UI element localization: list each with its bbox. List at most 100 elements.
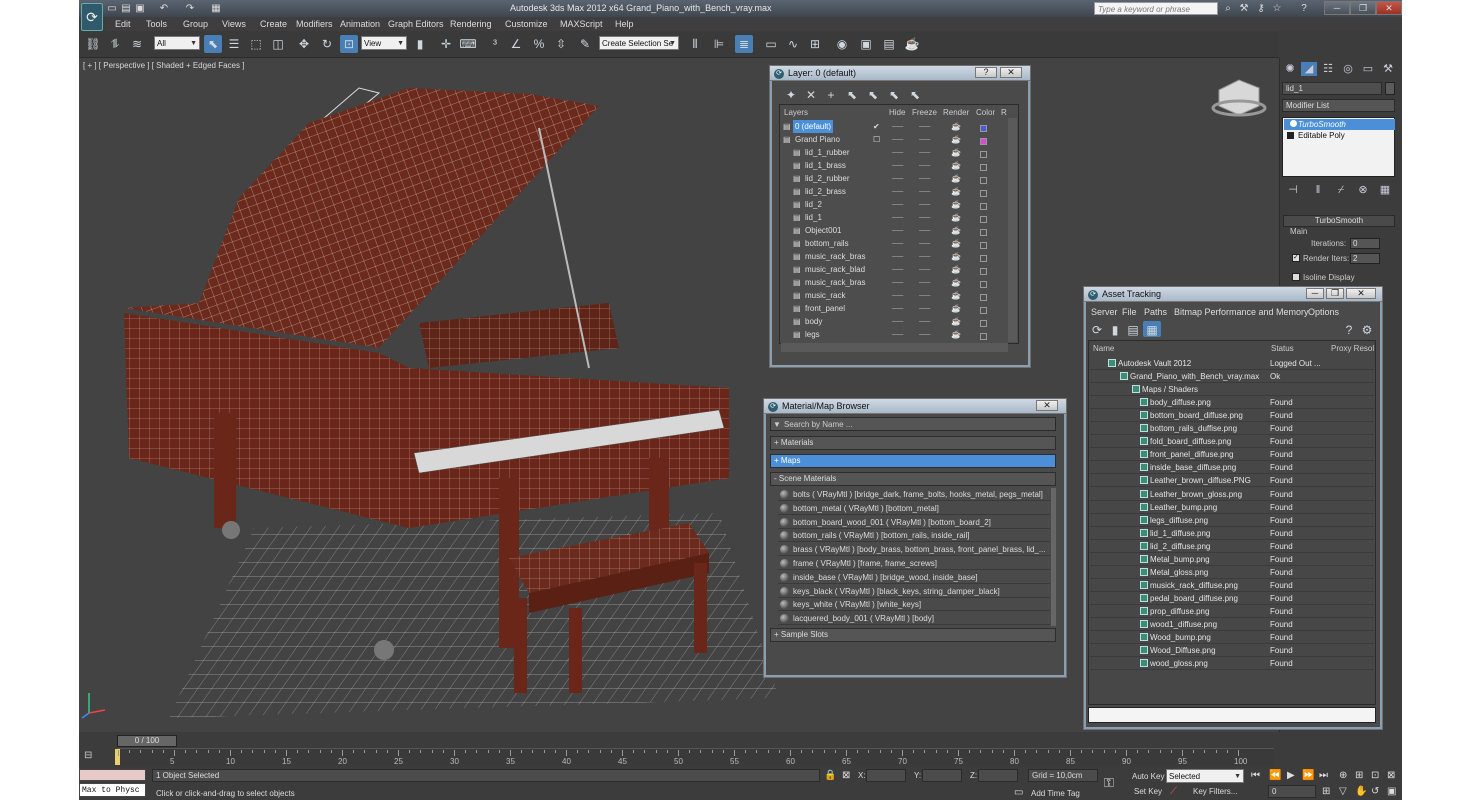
x-coord-field[interactable] — [866, 769, 906, 782]
asset-menu-file[interactable]: File — [1122, 307, 1137, 317]
render-teapot-icon[interactable]: ☕ — [951, 133, 961, 146]
col-hide[interactable]: Hide — [889, 108, 905, 117]
layer-row[interactable]: ▤ bottom_rails ── ── ☕ — [781, 237, 1008, 250]
asset-row[interactable]: Maps / Shaders — [1090, 383, 1374, 397]
sample-slots-group[interactable]: + Sample Slots — [770, 628, 1056, 642]
layer-row[interactable]: ▤ lid_1_brass ── ── ☕ — [781, 159, 1008, 172]
render-teapot-icon[interactable]: ☕ — [951, 289, 961, 302]
layer-row[interactable]: ▤ music_rack_bras ── ── ☕ — [781, 250, 1008, 263]
key-icon[interactable]: ⚷ — [1255, 2, 1267, 15]
material-search-input[interactable]: Search by Name ... — [784, 420, 852, 429]
col-color[interactable]: Color — [976, 108, 995, 117]
zoom-icon[interactable]: ⊕ — [1339, 770, 1347, 781]
hide-toggle[interactable]: ── — [892, 211, 903, 224]
remove-modifier-icon[interactable]: ⊗ — [1355, 183, 1371, 197]
asset-path-field[interactable] — [1088, 707, 1376, 723]
material-scrollbar[interactable] — [1051, 488, 1056, 626]
rotate-icon[interactable]: ↻ — [318, 35, 336, 53]
col-render[interactable]: Render — [943, 108, 969, 117]
layer-row[interactable]: ▤ music_rack ── ── ☕ — [781, 289, 1008, 302]
utilities-tab-icon[interactable]: ⚒ — [1380, 62, 1396, 76]
time-slider[interactable]: 0 / 100 — [117, 735, 177, 747]
field-of-view-icon[interactable]: ▽ — [1339, 786, 1347, 797]
layer-name[interactable]: Grand Piano — [793, 133, 842, 146]
window-crossing-icon[interactable]: ◫ — [269, 35, 287, 53]
pin-stack-icon[interactable]: ⊣ — [1285, 183, 1301, 197]
viewcube-icon[interactable] — [1218, 79, 1260, 116]
asset-row[interactable]: front_panel_diffuse.png Found — [1090, 448, 1374, 462]
binoculars-icon[interactable]: ⌕ — [1222, 2, 1234, 15]
hide-toggle[interactable]: ── — [892, 172, 903, 185]
asset-row[interactable]: Metal_gloss.png Found — [1090, 566, 1374, 579]
scene-materials-group[interactable]: - Scene Materials — [770, 472, 1056, 486]
layer-row[interactable]: ▤ music_rack_blad ── ── ☕ — [781, 263, 1008, 276]
layer-row[interactable]: ▤ lid_2_rubber ── ── ☕ — [781, 172, 1008, 185]
layer-name[interactable]: music_rack_blad — [803, 263, 867, 276]
spinner-snap-icon[interactable]: ⇳ — [552, 35, 570, 53]
previous-frame-icon[interactable]: ⏪ — [1269, 770, 1281, 781]
freeze-toggle[interactable]: ── — [919, 263, 930, 276]
render-teapot-icon[interactable]: ☕ — [951, 237, 961, 250]
layer-row[interactable]: ▤ legs ── ── ☕ — [781, 328, 1008, 341]
layer-row[interactable]: ▤ body ── ── ☕ — [781, 315, 1008, 328]
render-teapot-icon[interactable]: ☕ — [951, 172, 961, 185]
layer-name[interactable]: lid_1_rubber — [803, 146, 851, 159]
menu-maxscript[interactable]: MAXScript — [560, 19, 603, 29]
asset-row[interactable]: Wood_bump.png Found — [1090, 631, 1374, 645]
render-production-icon[interactable]: ☕ — [903, 35, 921, 53]
object-name-field[interactable]: lid_1 — [1282, 82, 1382, 95]
restore-button[interactable]: ❐ — [1350, 1, 1376, 15]
show-end-result-icon[interactable]: ‖ — [1310, 183, 1326, 197]
time-tag-icon[interactable]: ▭ — [1014, 787, 1023, 798]
keyboard-shortcut-icon[interactable]: ⌨ — [459, 35, 477, 53]
snaps-toggle-icon[interactable]: ³ — [486, 35, 504, 53]
layer-name[interactable]: front_panel — [803, 302, 847, 315]
zoom-all-icon[interactable]: ⊞ — [1355, 770, 1363, 781]
scene-material-item[interactable]: bolts ( VRayMtl ) [bridge_dark, frame_bo… — [778, 488, 1050, 501]
render-setup-icon[interactable]: ▣ — [857, 35, 875, 53]
render-teapot-icon[interactable]: ☕ — [951, 315, 961, 328]
search-input[interactable]: Type a keyword or phrase — [1094, 2, 1218, 15]
asset-minimize-button[interactable]: ─ — [1306, 288, 1324, 299]
project-folder-icon[interactable]: ▦ — [210, 2, 222, 15]
modifier-list-combo[interactable]: Modifier List — [1282, 99, 1395, 112]
percent-snap-icon[interactable]: % — [530, 35, 548, 53]
asset-row[interactable]: musick_rack_diffuse.png Found — [1090, 579, 1374, 592]
add-time-tag[interactable]: Add Time Tag — [1031, 789, 1080, 798]
hide-toggle[interactable]: ── — [892, 185, 903, 198]
bind-space-warp-icon[interactable]: ≋ — [128, 35, 146, 53]
align-icon[interactable]: ⊫ — [710, 35, 728, 53]
asset-row[interactable]: Leather_bump.png Found — [1090, 501, 1374, 514]
freeze-toggle[interactable]: ── — [919, 276, 930, 289]
scene-material-item[interactable]: keys_white ( VRayMtl ) [white_keys] — [778, 598, 1050, 612]
freeze-toggle[interactable]: ── — [919, 159, 930, 172]
asset-close-button[interactable]: ✕ — [1346, 288, 1376, 299]
minimize-button[interactable]: ─ — [1324, 1, 1350, 15]
render-teapot-icon[interactable]: ☕ — [951, 328, 961, 341]
freeze-toggle[interactable]: ── — [919, 237, 930, 250]
hide-toggle[interactable]: ── — [892, 289, 903, 302]
render-teapot-icon[interactable]: ☕ — [951, 159, 961, 172]
turbosmooth-rollout-header[interactable]: TurboSmooth — [1283, 215, 1395, 227]
render-teapot-icon[interactable]: ☕ — [951, 146, 961, 159]
freeze-toggle[interactable]: ── — [919, 120, 930, 133]
asset-row[interactable]: inside_base_diffuse.png Found — [1090, 461, 1374, 475]
asset-row[interactable]: Grand_Piano_with_Bench_vray.max Ok — [1090, 370, 1374, 384]
rendered-frame-window-icon[interactable]: ▤ — [880, 35, 898, 53]
open-file-icon[interactable]: ▤ — [120, 2, 132, 15]
asset-table-view-icon[interactable]: ▦ — [1143, 321, 1161, 337]
layer-row[interactable]: ▤ Grand Piano ☐ ── ── ☕ — [781, 133, 1008, 146]
select-in-layer-icon[interactable]: ⬉ — [843, 86, 861, 104]
asset-menu-paths[interactable]: Paths — [1144, 307, 1167, 317]
scene-material-item[interactable]: bottom_metal ( VRayMtl ) [bottom_metal] — [778, 502, 1050, 515]
zoom-extents-all-icon[interactable]: ⊠ — [1387, 770, 1395, 781]
menu-tools[interactable]: Tools — [146, 19, 167, 29]
display-tab-icon[interactable]: ▭ — [1360, 62, 1376, 76]
hide-toggle[interactable]: ── — [892, 250, 903, 263]
asset-col-proxy[interactable]: Proxy Resol — [1331, 344, 1374, 353]
menu-graph-editors[interactable]: Graph Editors — [388, 19, 444, 29]
time-config-icon[interactable]: ⊞ — [1322, 786, 1330, 797]
layer-help-button[interactable]: ? — [975, 67, 997, 78]
render-teapot-icon[interactable]: ☕ — [951, 263, 961, 276]
isoline-checkbox[interactable] — [1292, 273, 1300, 281]
